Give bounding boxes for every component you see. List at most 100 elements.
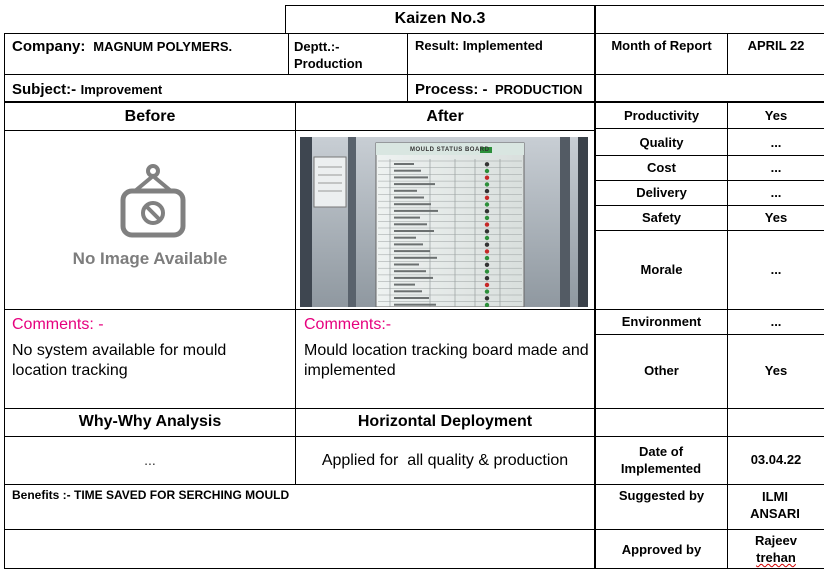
board-row-text [394, 303, 436, 306]
row-other-value: Yes [764, 363, 788, 378]
approved-by-last-name: trehan [756, 550, 796, 565]
no-image-text: No Image Available [72, 249, 228, 268]
board-status-dot [484, 222, 490, 227]
row-quality-label: Quality [639, 135, 684, 150]
board-status-dot [484, 215, 490, 221]
board-row-text [394, 290, 422, 293]
board-status-dot [484, 269, 490, 274]
after-photo: MOULD STATUS BOARD [300, 137, 588, 307]
subject-label: Subject:- [12, 81, 77, 98]
board-row-text [394, 270, 426, 273]
board-row-text [394, 196, 424, 199]
kaizen-title: Kaizen No.3 [394, 10, 486, 27]
row-productivity-label: Productivity [623, 108, 700, 123]
month-label: Month of Report [611, 38, 712, 53]
board-status-dot [484, 209, 490, 214]
process-value: PRODUCTION [495, 82, 583, 97]
before-comments-text: No system available for mould location t… [12, 342, 227, 379]
row-quality-value: ... [770, 135, 782, 150]
after-comments-text: Mould location tracking board made and i… [304, 342, 589, 379]
board-row-text [394, 189, 417, 192]
photo-board-title: MOULD STATUS BOARD [410, 147, 490, 153]
horizontal-deployment-value: Applied for all quality & production [321, 452, 569, 469]
board-row-text [394, 169, 421, 172]
board-status-dot [484, 255, 490, 261]
board-status-dot [484, 188, 490, 194]
result-value: Implemented [462, 38, 543, 53]
approved-by-first-name: Rajeev [755, 533, 797, 548]
board-status-dot [484, 296, 490, 301]
company-label: Company: [12, 38, 86, 55]
board-row-text [394, 209, 438, 212]
dept-field: Deptt.:- Production [294, 38, 404, 72]
suggested-by-label: Suggested by [618, 488, 705, 503]
board-row-text [394, 203, 431, 206]
board-row-text [394, 276, 433, 279]
board-row-text [394, 256, 437, 259]
dept-label: Deptt.:- [294, 39, 340, 54]
row-safety-label: Safety [641, 210, 682, 225]
after-heading: After [426, 108, 464, 125]
benefits-label: Benefits :- [12, 488, 71, 502]
board-status-dot [484, 249, 490, 254]
row-morale-value: ... [770, 262, 782, 277]
mould-status-board-photo [300, 137, 588, 307]
board-row-text [394, 183, 435, 186]
result-field: Result: Implemented [415, 38, 593, 53]
board-row-text [394, 243, 423, 246]
row-safety-value: Yes [764, 210, 788, 225]
approved-by-value: Rajeev trehan [728, 532, 824, 566]
subject-value: Improvement [80, 82, 163, 97]
why-why-value: ... [144, 452, 156, 468]
board-status-dot [484, 276, 490, 281]
board-row-text [394, 163, 414, 165]
board-row-text [394, 250, 430, 253]
board-status-dot [484, 289, 490, 294]
date-implemented-label: Date of Implemented [620, 444, 702, 476]
suggested-by-value: ILMI ANSARI [750, 489, 800, 521]
board-status-dot [484, 242, 490, 247]
company-field: Company: MAGNUM POLYMERS. [12, 38, 282, 55]
benefits-field: Benefits :- TIME SAVED FOR SERCHING MOUL… [12, 488, 590, 502]
no-image-icon [120, 164, 186, 238]
company-value: MAGNUM POLYMERS. [93, 39, 233, 54]
row-delivery-value: ... [770, 185, 782, 200]
row-environment-value: ... [770, 314, 782, 329]
board-status-dot [484, 302, 490, 307]
board-row-text [394, 283, 415, 286]
board-row-text [394, 230, 434, 232]
board-status-dot [484, 162, 490, 167]
board-row-text [394, 236, 416, 239]
subject-field: Subject:- Improvement [12, 81, 402, 99]
board-row-text [394, 176, 428, 179]
board-status-dot [484, 262, 490, 267]
result-label: Result: [415, 38, 460, 53]
row-cost-label: Cost [647, 160, 676, 175]
board-status-dot [484, 229, 490, 234]
row-delivery-label: Delivery [636, 185, 687, 200]
row-morale-label: Morale [640, 262, 683, 277]
board-status-dot [484, 202, 490, 207]
board-status-dot [484, 235, 490, 241]
board-status-dot [484, 195, 490, 200]
row-other-label: Other [644, 363, 679, 378]
board-status-dot [484, 182, 490, 187]
board-status-dot [484, 175, 490, 180]
board-row-text [394, 216, 420, 219]
row-productivity-value: Yes [764, 108, 788, 123]
process-label: Process: - [415, 81, 488, 98]
no-image-placeholder: No Image Available [5, 131, 295, 309]
benefits-value: TIME SAVED FOR SERCHING MOULD [74, 488, 290, 502]
before-heading: Before [124, 108, 176, 125]
month-value: APRIL 22 [747, 38, 805, 53]
board-row-text [394, 223, 427, 226]
board-status-dot [484, 282, 490, 288]
date-implemented-value: 03.04.22 [750, 452, 802, 467]
why-why-heading: Why-Why Analysis [78, 413, 222, 430]
board-row-text [394, 297, 429, 299]
approved-by-label: Approved by [621, 542, 702, 557]
board-row-text [394, 263, 419, 266]
row-cost-value: ... [770, 160, 782, 175]
row-environment-label: Environment [621, 314, 702, 329]
process-field: Process: - PRODUCTION [415, 81, 593, 99]
